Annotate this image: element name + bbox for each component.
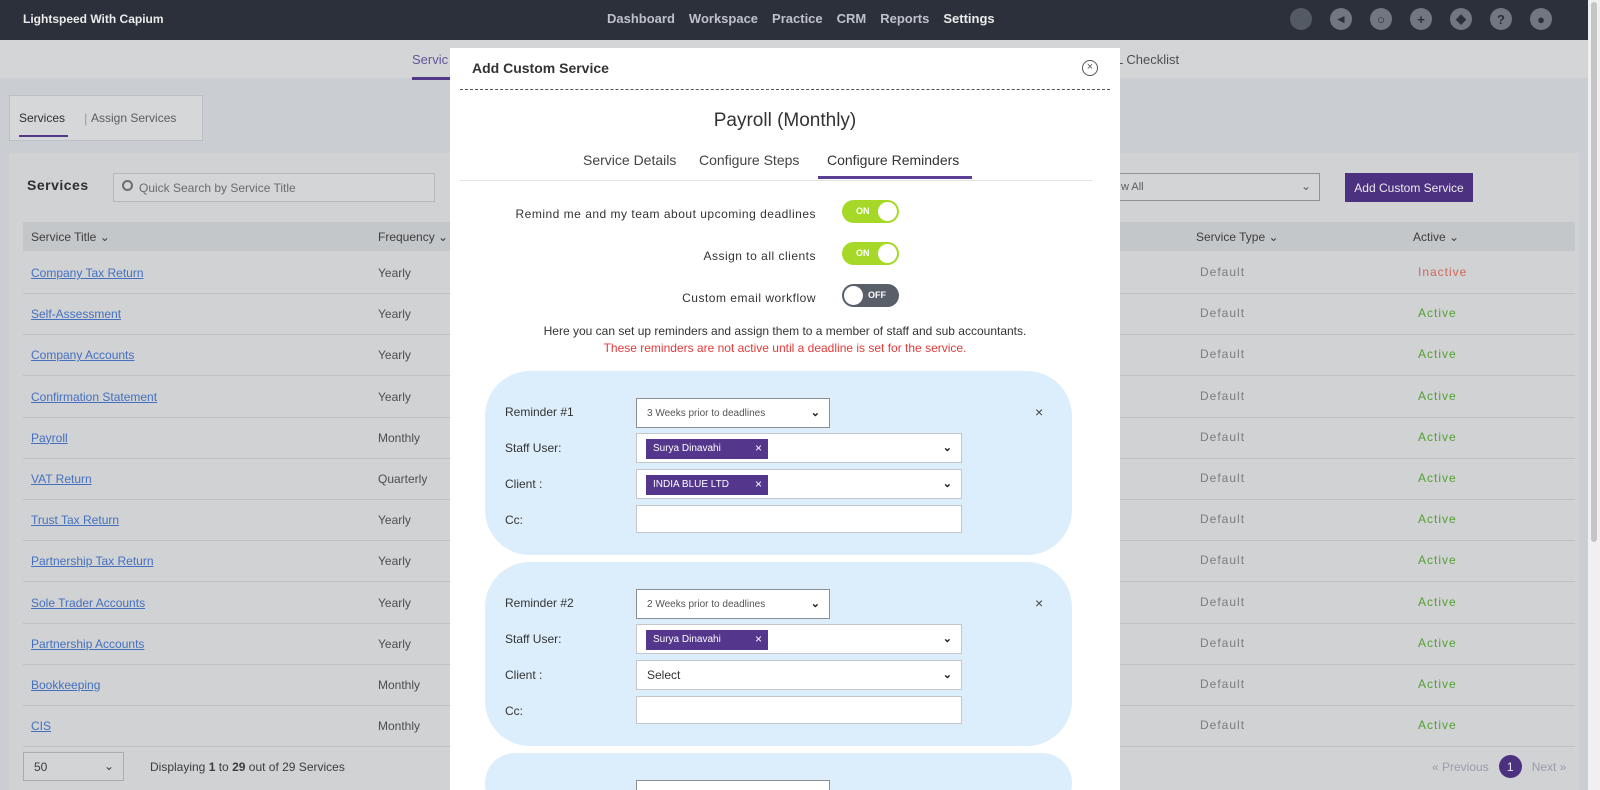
staff-user-select[interactable]: Surya Dinavahi × ⌄ [636, 624, 962, 654]
toggle-state: ON [856, 248, 870, 258]
modal-tabs: Service Details Configure Steps Configur… [460, 150, 1092, 181]
cc-input[interactable] [636, 696, 962, 724]
reminder-timing-select[interactable]: 2 Weeks prior to deadlines ⌄ [636, 589, 830, 619]
staff-chip: Surya Dinavahi × [646, 630, 768, 650]
close-icon[interactable]: × [1082, 60, 1098, 76]
service-name: Payroll (Monthly) [713, 110, 857, 131]
staff-chip: Surya Dinavahi × [646, 439, 768, 459]
client-chip: INDIA BLUE LTD × [646, 475, 768, 495]
assign-all-clients-label: Assign to all clients [703, 249, 816, 263]
client-select[interactable]: Select ⌄ [636, 660, 962, 690]
page-scrollbar[interactable] [1588, 0, 1600, 790]
assign-all-clients-toggle[interactable]: ON [842, 242, 899, 265]
remind-team-label: Remind me and my team about upcoming dea… [515, 207, 816, 221]
cc-label: Cc: [505, 513, 523, 527]
reminders-warning: These reminders are not active until a d… [603, 341, 967, 355]
client-label: Client : [505, 477, 543, 491]
timing-value: 2 Weeks prior to deadlines [647, 599, 766, 610]
scrollbar-thumb[interactable] [1591, 2, 1597, 542]
tab-configure-reminders[interactable]: Configure Reminders [817, 152, 973, 179]
staff-user-label: Staff User: [505, 441, 562, 455]
tab-configure-steps[interactable]: Configure Steps [699, 152, 799, 168]
remove-chip-icon[interactable]: × [755, 477, 762, 491]
remove-chip-icon[interactable]: × [755, 632, 762, 646]
reminder-timing-select[interactable] [636, 780, 830, 790]
remove-reminder-icon[interactable]: × [1035, 595, 1043, 611]
toggle-state: ON [856, 206, 870, 216]
remind-team-toggle[interactable]: ON [842, 200, 899, 223]
staff-user-label: Staff User: [505, 632, 562, 646]
reminder-card-1: Reminder #1 3 Weeks prior to deadlines ⌄ … [485, 371, 1072, 555]
custom-email-workflow-label: Custom email workflow [682, 291, 816, 305]
chip-label: Surya Dinavahi [653, 634, 721, 645]
reminder-timing-select[interactable]: 3 Weeks prior to deadlines ⌄ [636, 398, 830, 428]
toggle-knob [878, 202, 897, 221]
timing-value: 3 Weeks prior to deadlines [647, 408, 766, 419]
remove-reminder-icon[interactable]: × [1035, 404, 1043, 420]
toggle-knob [844, 286, 863, 305]
chip-label: INDIA BLUE LTD [653, 479, 729, 490]
reminder-card-3 [485, 753, 1072, 790]
toggle-knob [878, 244, 897, 263]
client-label: Client : [505, 668, 543, 682]
modal-title: Add Custom Service [472, 60, 609, 76]
chip-label: Surya Dinavahi [653, 443, 721, 454]
cc-label: Cc: [505, 704, 523, 718]
client-select[interactable]: INDIA BLUE LTD × ⌄ [636, 469, 962, 499]
reminder-label: Reminder #2 [505, 596, 574, 610]
chevron-down-icon: ⌄ [942, 633, 952, 645]
chevron-down-icon: ⌄ [942, 669, 952, 681]
reminder-label: Reminder #1 [505, 405, 574, 419]
reminder-card-2: Reminder #2 2 Weeks prior to deadlines ⌄ … [485, 562, 1072, 746]
chevron-down-icon: ⌄ [810, 598, 820, 610]
cc-input[interactable] [636, 505, 962, 533]
tab-service-details[interactable]: Service Details [583, 152, 676, 168]
chevron-down-icon: ⌄ [942, 442, 952, 454]
staff-user-select[interactable]: Surya Dinavahi × ⌄ [636, 433, 962, 463]
custom-email-workflow-toggle[interactable]: OFF [842, 284, 899, 307]
chevron-down-icon: ⌄ [942, 478, 952, 490]
client-placeholder: Select [647, 668, 681, 682]
reminders-info: Here you can set up reminders and assign… [543, 324, 1027, 338]
remove-chip-icon[interactable]: × [755, 441, 762, 455]
chevron-down-icon: ⌄ [810, 407, 820, 419]
modal-header: Add Custom Service × [460, 48, 1110, 90]
toggle-state: OFF [868, 290, 886, 300]
